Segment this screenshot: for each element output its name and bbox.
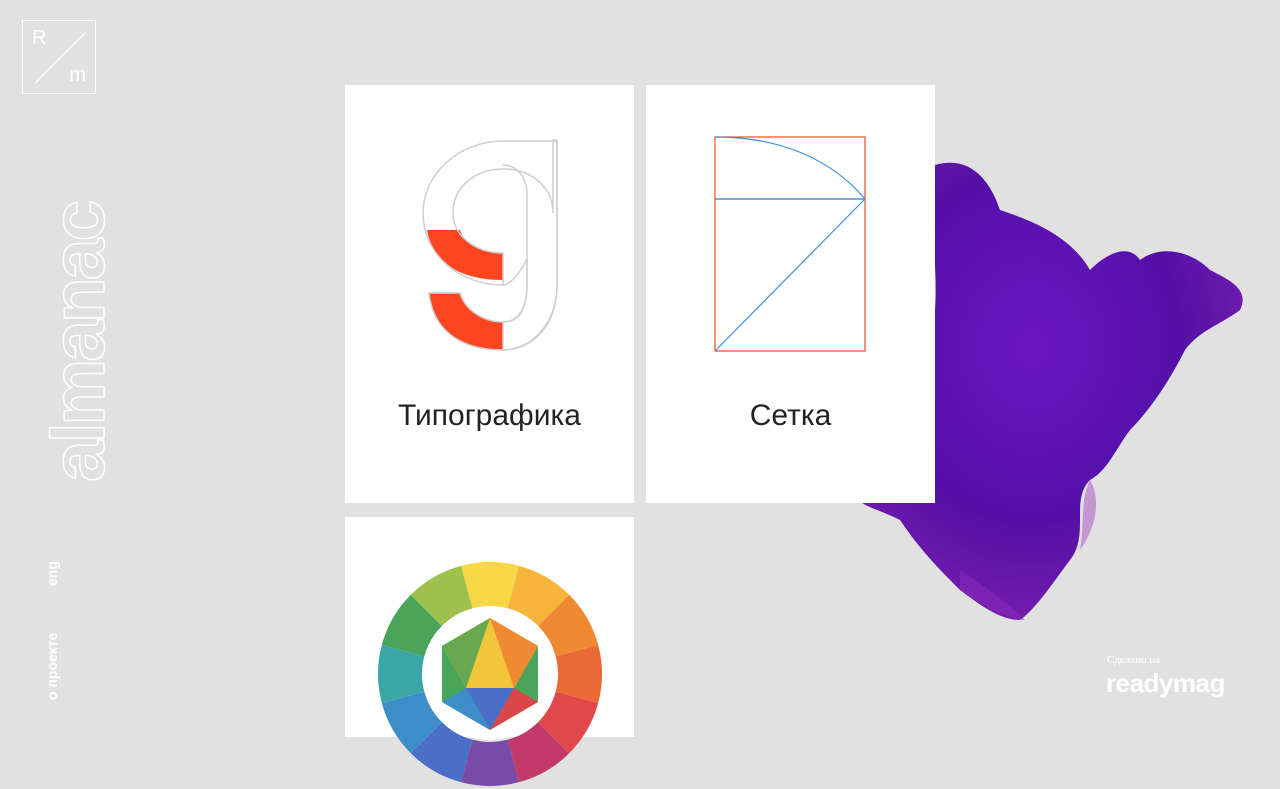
grid-golden-ratio-icon — [714, 136, 866, 352]
logo-letter-m: m — [69, 64, 86, 86]
typography-g-icon — [422, 139, 558, 351]
card-typography-title: Типографика — [398, 399, 581, 432]
card-grid-title: Сетка — [749, 399, 832, 432]
color-wheel-icon — [378, 562, 602, 786]
card-typography[interactable]: Типографика — [345, 85, 634, 503]
rm-logo[interactable]: R m — [22, 20, 96, 94]
card-grid[interactable]: Сетка — [646, 85, 935, 503]
about-project-link[interactable]: о проекте — [44, 633, 60, 700]
made-on-label: Сделано на — [1107, 654, 1161, 666]
almanac-wordmark: almanac — [35, 202, 121, 483]
card-color[interactable] — [345, 517, 634, 786]
language-eng-link[interactable]: eng — [44, 561, 60, 586]
readymag-logo-link[interactable]: readymag — [1106, 668, 1225, 699]
logo-letter-r: R — [32, 27, 47, 49]
